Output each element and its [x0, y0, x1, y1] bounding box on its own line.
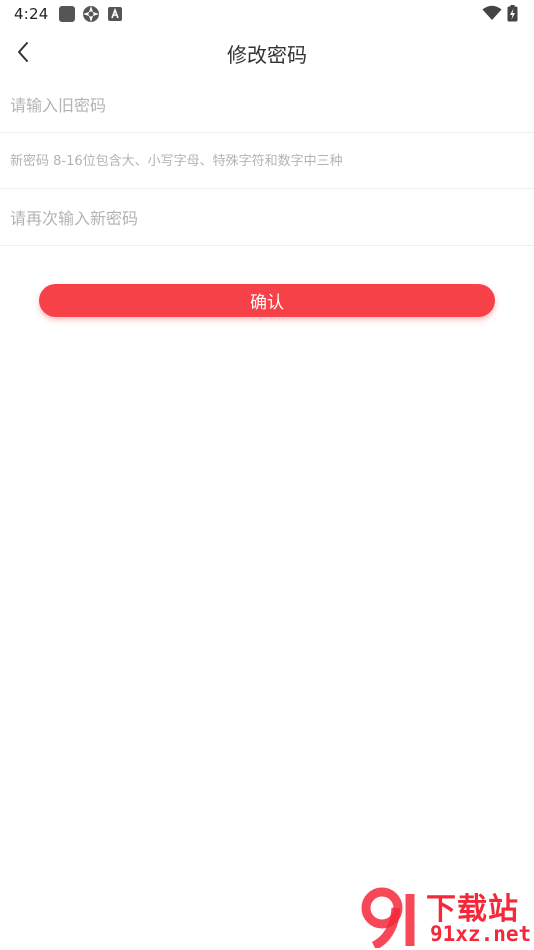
confirm-button[interactable]: 确认: [39, 284, 495, 317]
app-square-icon: [59, 6, 75, 22]
old-password-row: [0, 77, 534, 133]
new-password-input[interactable]: [10, 133, 520, 189]
confirm-password-row: [0, 190, 534, 246]
watermark: 下载站 91xz.net: [360, 884, 532, 948]
status-bar: 4:24: [0, 0, 534, 28]
confirm-button-label: 确认: [250, 293, 284, 313]
old-password-input[interactable]: [10, 77, 520, 133]
page-title: 修改密码: [227, 43, 307, 67]
battery-charging-icon: [507, 5, 518, 22]
watermark-logo: [361, 887, 415, 948]
confirm-password-input[interactable]: [10, 190, 520, 246]
aperture-icon: [83, 6, 99, 22]
app-a-icon: [108, 7, 122, 21]
change-password-screen: 4:24 修改密码 确认 下载站 91xz.net: [0, 0, 534, 950]
wifi-icon: [482, 5, 502, 20]
status-time: 4:24: [14, 5, 49, 23]
nav-header: 修改密码: [0, 28, 534, 76]
new-password-row: [0, 133, 534, 189]
watermark-url: 91xz.net: [430, 922, 532, 946]
